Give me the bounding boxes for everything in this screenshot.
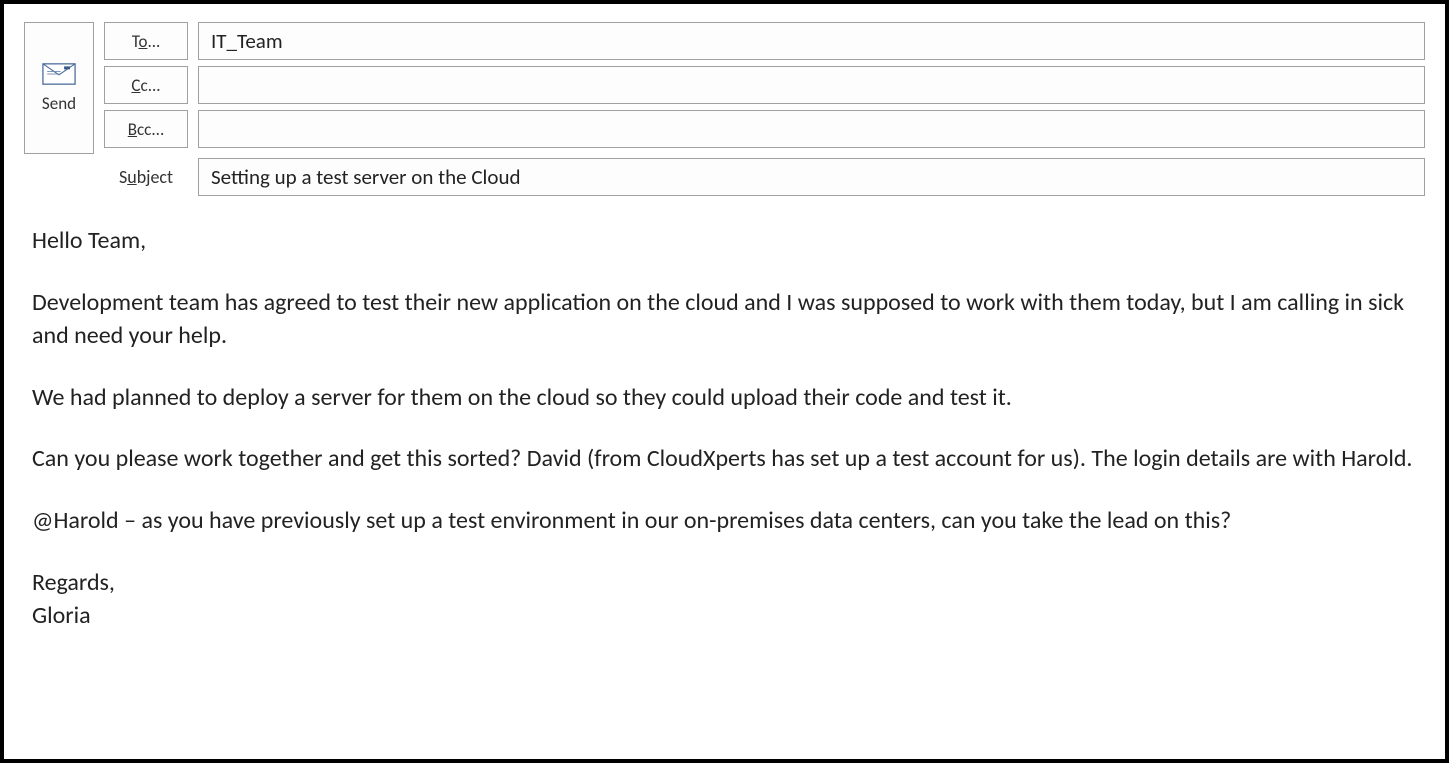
subject-input[interactable] [198, 158, 1425, 196]
to-input[interactable] [198, 22, 1425, 60]
compose-header: Send To... Cc... Bcc... [24, 22, 1425, 196]
cc-button[interactable]: Cc... [104, 66, 188, 104]
message-body[interactable]: Hello Team, Development team has agreed … [24, 224, 1425, 633]
compose-window: Send To... Cc... Bcc... [0, 0, 1449, 763]
fields-wrapper: To... Cc... Bcc... Subject [104, 22, 1425, 196]
body-paragraph-2: We had planned to deploy a server for th… [32, 381, 1417, 415]
bcc-input[interactable] [198, 110, 1425, 148]
to-button[interactable]: To... [104, 22, 188, 60]
body-paragraph-3: Can you please work together and get thi… [32, 442, 1417, 476]
send-button[interactable]: Send [24, 22, 94, 154]
body-paragraph-4: @Harold – as you have previously set up … [32, 504, 1417, 538]
subject-row: Subject [104, 158, 1425, 196]
bcc-button[interactable]: Bcc... [104, 110, 188, 148]
subject-label: Subject [104, 158, 188, 196]
bcc-row: Bcc... [104, 110, 1425, 148]
send-label: Send [42, 93, 76, 114]
body-greeting: Hello Team, [32, 224, 1417, 258]
envelope-icon [42, 63, 76, 85]
body-signoff: Regards, [32, 566, 1417, 600]
cc-row: Cc... [104, 66, 1425, 104]
body-name: Gloria [32, 599, 1417, 633]
body-paragraph-1: Development team has agreed to test thei… [32, 286, 1417, 353]
cc-input[interactable] [198, 66, 1425, 104]
to-row: To... [104, 22, 1425, 60]
